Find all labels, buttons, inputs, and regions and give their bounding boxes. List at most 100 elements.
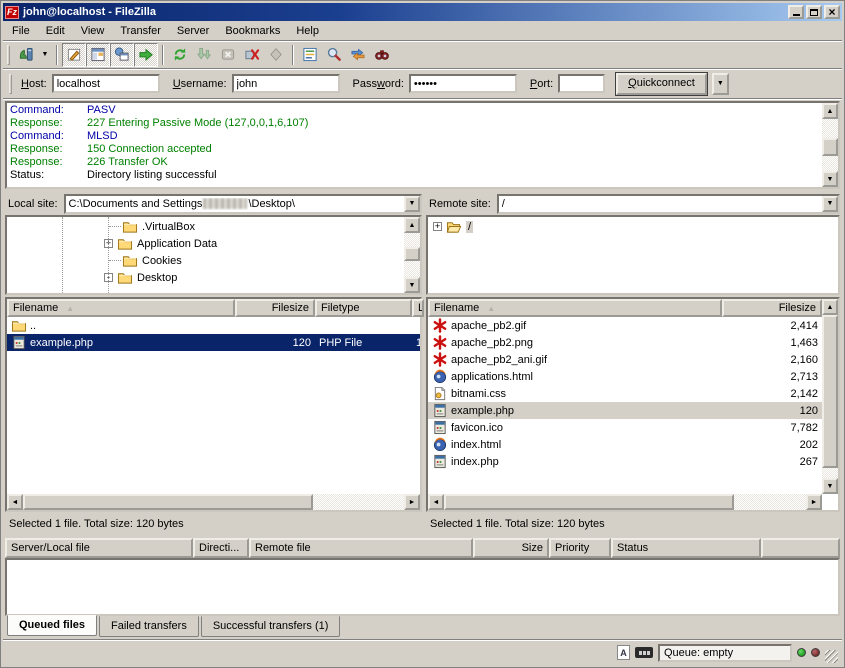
scroll-down-arrow[interactable] bbox=[404, 277, 420, 293]
scroll-right-arrow[interactable] bbox=[806, 494, 822, 510]
file-row-parent-dir[interactable]: .. bbox=[7, 317, 420, 334]
close-button[interactable] bbox=[824, 5, 840, 19]
username-input[interactable] bbox=[232, 74, 340, 93]
process-queue-button[interactable] bbox=[192, 43, 216, 67]
column-header-status[interactable]: Status bbox=[611, 538, 761, 558]
file-row[interactable]: apache_pb2_ani.gif 2,160 bbox=[428, 351, 822, 368]
local-site-combobox[interactable]: C:\Documents and Settings\Desktop\ bbox=[64, 194, 422, 214]
message-log[interactable]: Command:PASV Response:227 Entering Passi… bbox=[5, 101, 840, 189]
remote-vertical-scrollbar[interactable] bbox=[822, 299, 838, 494]
local-tree-vertical-scrollbar[interactable] bbox=[404, 217, 420, 293]
menu-bookmarks[interactable]: Bookmarks bbox=[217, 22, 288, 40]
remote-site-combobox[interactable]: / bbox=[497, 194, 840, 214]
quickconnect-grip[interactable] bbox=[9, 74, 12, 94]
toggle-local-treeview-button[interactable] bbox=[86, 43, 110, 67]
toggle-remote-treeview-button[interactable] bbox=[110, 43, 134, 67]
file-row[interactable]: apache_pb2.png 1,463 bbox=[428, 334, 822, 351]
remote-directory-tree[interactable]: / bbox=[426, 215, 840, 295]
toggle-transfer-queue-button[interactable] bbox=[134, 43, 158, 67]
menu-file[interactable]: File bbox=[4, 22, 38, 40]
file-row[interactable]: applications.html 2,713 bbox=[428, 368, 822, 385]
scroll-thumb[interactable] bbox=[444, 494, 734, 510]
scroll-right-arrow[interactable] bbox=[404, 494, 420, 510]
sort-ascending-icon: ▲ bbox=[66, 304, 74, 313]
tree-expander-plus-icon[interactable] bbox=[433, 222, 442, 231]
toolbar-grip[interactable] bbox=[7, 45, 10, 65]
column-header-size[interactable]: Size bbox=[473, 538, 549, 558]
local-file-list: Filename▲ Filesize Filetype L .. example… bbox=[5, 297, 422, 512]
port-input[interactable] bbox=[558, 74, 605, 93]
tab-successful-transfers[interactable]: Successful transfers (1) bbox=[201, 616, 341, 637]
title-bar[interactable]: Fz john@localhost - FileZilla bbox=[3, 3, 842, 21]
site-manager-button[interactable] bbox=[14, 43, 38, 67]
local-horizontal-scrollbar[interactable] bbox=[7, 494, 420, 510]
remote-horizontal-scrollbar[interactable] bbox=[428, 494, 822, 510]
scroll-thumb[interactable] bbox=[822, 138, 838, 156]
maximize-button[interactable] bbox=[806, 5, 822, 19]
column-header-direction[interactable]: Directi... bbox=[193, 538, 249, 558]
menu-edit[interactable]: Edit bbox=[38, 22, 73, 40]
transfer-type-ascii-icon[interactable] bbox=[617, 645, 630, 660]
file-row-example-php[interactable]: example.php 120 PHP File 1 bbox=[7, 334, 420, 351]
column-header-filesize[interactable]: Filesize bbox=[722, 299, 822, 317]
queue-body[interactable] bbox=[5, 558, 840, 616]
scroll-up-arrow[interactable] bbox=[404, 217, 420, 233]
file-row[interactable]: favicon.ico 7,782 bbox=[428, 419, 822, 436]
synchronized-browsing-button[interactable] bbox=[346, 43, 370, 67]
refresh-button[interactable] bbox=[168, 43, 192, 67]
cancel-operation-button[interactable] bbox=[216, 43, 240, 67]
column-header-filename[interactable]: Filename▲ bbox=[7, 299, 235, 317]
column-header-last-modified[interactable]: L bbox=[412, 299, 424, 317]
speed-limits-icon[interactable] bbox=[635, 647, 653, 658]
file-row-selected[interactable]: example.php 120 bbox=[428, 402, 822, 419]
quickconnect-dropdown-button[interactable] bbox=[712, 73, 729, 95]
scroll-left-arrow[interactable] bbox=[428, 494, 444, 510]
column-header-filename[interactable]: Filename▲ bbox=[428, 299, 722, 317]
toggle-message-log-button[interactable] bbox=[62, 43, 86, 67]
file-row[interactable]: index.php 267 bbox=[428, 453, 822, 470]
minimize-button[interactable] bbox=[788, 5, 804, 19]
site-manager-dropdown-button[interactable] bbox=[38, 43, 52, 67]
local-directory-tree[interactable]: .VirtualBox Application Data Cookies bbox=[5, 215, 422, 295]
scroll-thumb[interactable] bbox=[822, 315, 838, 468]
directory-listing-filters-button[interactable] bbox=[298, 43, 322, 67]
file-row[interactable]: bitnami.css 2,142 bbox=[428, 385, 822, 402]
quickconnect-button[interactable]: Quickconnect bbox=[616, 73, 707, 95]
scroll-left-arrow[interactable] bbox=[7, 494, 23, 510]
resize-grip[interactable] bbox=[825, 650, 838, 663]
local-site-dropdown-arrow[interactable] bbox=[404, 196, 420, 212]
scroll-up-arrow[interactable] bbox=[822, 103, 838, 119]
file-row[interactable]: apache_pb2.gif 2,414 bbox=[428, 317, 822, 334]
menu-transfer[interactable]: Transfer bbox=[112, 22, 169, 40]
log-vertical-scrollbar[interactable] bbox=[822, 103, 838, 187]
site-manager-icon bbox=[18, 47, 34, 62]
host-input[interactable] bbox=[52, 74, 160, 93]
column-header-remote-file[interactable]: Remote file bbox=[249, 538, 473, 558]
disconnect-button[interactable] bbox=[240, 43, 264, 67]
scroll-down-arrow[interactable] bbox=[822, 171, 838, 187]
tab-queued-files[interactable]: Queued files bbox=[7, 615, 97, 636]
directory-comparison-button[interactable] bbox=[322, 43, 346, 67]
scroll-up-arrow[interactable] bbox=[822, 299, 838, 315]
menu-help[interactable]: Help bbox=[288, 22, 327, 40]
column-header-filetype[interactable]: Filetype bbox=[315, 299, 412, 317]
scroll-thumb[interactable] bbox=[23, 494, 313, 510]
column-header-server-local-file[interactable]: Server/Local file bbox=[5, 538, 193, 558]
tree-item-cookies[interactable]: Cookies bbox=[7, 252, 420, 269]
tree-item-root[interactable]: / bbox=[428, 218, 838, 235]
menu-server[interactable]: Server bbox=[169, 22, 217, 40]
column-header-priority[interactable]: Priority bbox=[549, 538, 611, 558]
password-input[interactable] bbox=[409, 74, 517, 93]
tree-item-desktop[interactable]: Desktop bbox=[7, 269, 420, 286]
file-row[interactable]: index.html 202 bbox=[428, 436, 822, 453]
reconnect-button[interactable] bbox=[264, 43, 288, 67]
tree-item-application-data[interactable]: Application Data bbox=[7, 235, 420, 252]
find-files-button[interactable] bbox=[370, 43, 394, 67]
menu-view[interactable]: View bbox=[73, 22, 113, 40]
column-header-filesize[interactable]: Filesize bbox=[235, 299, 315, 317]
scroll-down-arrow[interactable] bbox=[822, 478, 838, 494]
remote-site-dropdown-arrow[interactable] bbox=[822, 196, 838, 212]
tree-item-virtualbox[interactable]: .VirtualBox bbox=[7, 218, 420, 235]
tab-failed-transfers[interactable]: Failed transfers bbox=[99, 616, 199, 637]
scroll-thumb[interactable] bbox=[404, 247, 420, 261]
